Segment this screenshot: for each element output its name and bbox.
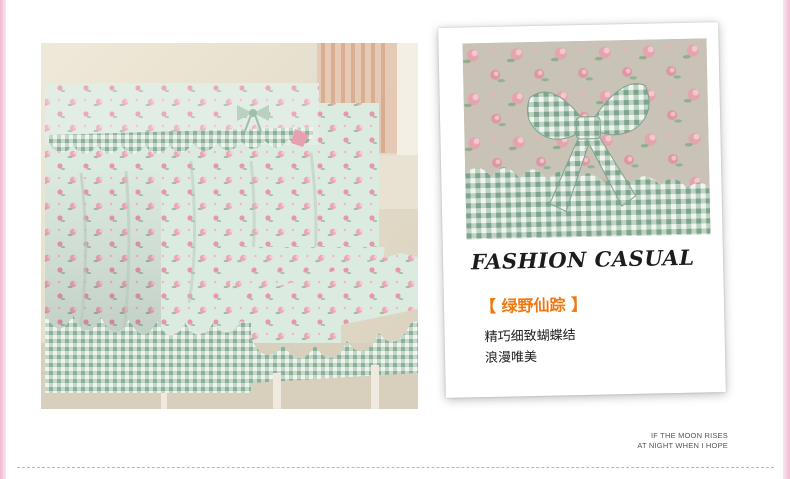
bow-closeup-photo xyxy=(462,38,711,240)
dashed-divider xyxy=(17,467,774,468)
tagline-line-1: IF THE MOON RISES xyxy=(650,431,728,440)
description-line-2: 浪漫唯美 xyxy=(484,349,538,367)
tagline-line-2: AT NIGHT WHEN I HOPE xyxy=(637,441,728,450)
right-pink-edge xyxy=(783,0,790,479)
feature-card: FASHION CASUAL 【 绿野仙踪 】 精巧细致蝴蝶结 浪漫唯美 xyxy=(438,22,726,398)
piano-cover-photo xyxy=(41,43,418,409)
tagline: IF THE MOON RISES AT NIGHT WHEN I HOPE xyxy=(637,431,728,451)
feature-tag: 【 绿野仙踪 】 xyxy=(479,294,588,317)
card-title: FASHION CASUAL xyxy=(470,244,695,275)
left-pink-edge xyxy=(0,0,6,479)
description-line-1: 精巧细致蝴蝶结 xyxy=(484,328,576,346)
